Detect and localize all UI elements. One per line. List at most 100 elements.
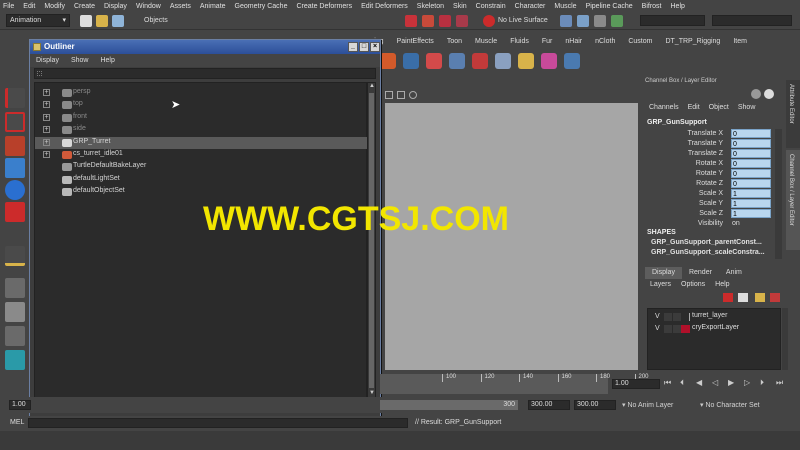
grid-icon[interactable]: [385, 91, 393, 99]
channel-box-mode-icon[interactable]: [751, 89, 761, 99]
shelf-tool-icon[interactable]: [403, 53, 419, 69]
menu-item-window[interactable]: Window: [136, 3, 161, 10]
attribute-value-field[interactable]: on: [731, 219, 771, 228]
menu-item-create[interactable]: Create: [74, 3, 95, 10]
select-tool-icon[interactable]: [5, 88, 25, 108]
save-scene-icon[interactable]: [112, 15, 124, 27]
attribute-value-field[interactable]: 1: [731, 199, 771, 208]
layer-row[interactable]: VcryExportLayer: [648, 323, 778, 335]
layer-menu-options[interactable]: Options: [681, 281, 705, 288]
side-tab-channel-box[interactable]: Channel Box / Layer Editor: [786, 150, 800, 250]
magnet-icon[interactable]: [483, 15, 495, 27]
outliner-layout-icon[interactable]: [5, 326, 25, 346]
attribute-value-field[interactable]: 0: [731, 169, 771, 178]
scale-tool-icon[interactable]: [5, 202, 25, 222]
menu-item-skin[interactable]: Skin: [453, 3, 467, 10]
menu-set-dropdown[interactable]: Animation ▾: [6, 14, 70, 27]
layer-color-swatch[interactable]: [681, 313, 690, 321]
new-layer-icon[interactable]: [723, 293, 733, 302]
frame-icon[interactable]: [397, 91, 405, 99]
menu-item-help[interactable]: Help: [671, 3, 685, 10]
outliner-menu-help[interactable]: Help: [100, 57, 114, 64]
tab-render[interactable]: Render: [682, 267, 719, 279]
snap-curve-icon[interactable]: [422, 15, 434, 27]
outliner-item[interactable]: TurtleDefaultBakeLayer: [35, 161, 367, 173]
expand-icon[interactable]: +: [43, 151, 50, 158]
menu-item-file[interactable]: File: [3, 3, 14, 10]
shelf-tool-icon[interactable]: [564, 53, 580, 69]
command-language-label[interactable]: MEL: [10, 419, 24, 426]
layer-brush-icon[interactable]: [755, 293, 765, 302]
menu-item-animate[interactable]: Animate: [200, 3, 226, 10]
open-scene-icon[interactable]: [96, 15, 108, 27]
layer-menu-layers[interactable]: Layers: [650, 281, 671, 288]
anim-layer-dropdown[interactable]: ▾ No Anim Layer: [622, 401, 698, 409]
step-forward-key-icon[interactable]: ⏵: [760, 378, 764, 388]
attribute-value-field[interactable]: 0: [731, 179, 771, 188]
new-scene-icon[interactable]: [80, 15, 92, 27]
shelf-tab[interactable]: PaintEffects: [397, 38, 434, 45]
layer-list-scrollbar[interactable]: [782, 308, 788, 370]
layer-type-toggle[interactable]: [673, 313, 681, 321]
shelf-tab[interactable]: Item: [733, 38, 747, 45]
channel-box-menu-show[interactable]: Show: [738, 104, 756, 111]
menu-item-edit[interactable]: Edit: [23, 3, 35, 10]
layer-playback-toggle[interactable]: [664, 325, 672, 333]
shelf-tab[interactable]: Toon: [447, 38, 462, 45]
shelf-tab[interactable]: nCloth: [595, 38, 615, 45]
layer-row[interactable]: Vturret_layer: [648, 311, 778, 323]
outliner-filter-field[interactable]: [34, 68, 376, 79]
channel-attribute-row[interactable]: Rotate Y 0: [643, 169, 773, 179]
scrollbar-thumb[interactable]: [369, 93, 374, 388]
outliner-title-bar[interactable]: Outliner _ □ ×: [30, 40, 380, 54]
expand-icon[interactable]: +: [43, 89, 50, 96]
step-back-frame-icon[interactable]: ◀: [696, 378, 702, 387]
shelf-tool-icon[interactable]: [495, 53, 511, 69]
rename-field[interactable]: [712, 15, 792, 26]
maximize-icon[interactable]: □: [359, 42, 369, 52]
layer-visibility-toggle[interactable]: V: [655, 313, 660, 320]
snap-surface-icon[interactable]: [456, 15, 468, 27]
outliner-item[interactable]: + persp: [35, 87, 367, 99]
menu-item-assets[interactable]: Assets: [170, 3, 191, 10]
menu-item-constrain[interactable]: Constrain: [476, 3, 506, 10]
paint-select-icon[interactable]: [5, 136, 25, 156]
expand-icon[interactable]: +: [43, 138, 50, 146]
snap-point-icon[interactable]: [439, 15, 451, 27]
outliner-menu-display[interactable]: Display: [36, 57, 59, 64]
close-icon[interactable]: ×: [370, 42, 380, 52]
shelf-tool-icon[interactable]: [380, 53, 396, 69]
shelf-tool-icon[interactable]: [426, 53, 442, 69]
custom-layout-icon[interactable]: [5, 350, 25, 370]
range-start-field[interactable]: 1.00: [9, 400, 31, 410]
scroll-up-icon[interactable]: ▲: [369, 83, 375, 89]
range-slider[interactable]: 300: [380, 400, 518, 410]
side-tab-attribute-editor[interactable]: Attribute Editor: [786, 80, 800, 148]
render-icon[interactable]: [560, 15, 572, 27]
menu-item-muscle[interactable]: Muscle: [554, 3, 576, 10]
new-layer-selected-icon[interactable]: [738, 293, 748, 302]
channel-box-scrollbar[interactable]: [775, 129, 782, 259]
menu-item-modify[interactable]: Modify: [44, 3, 65, 10]
menu-item-geometry-cache[interactable]: Geometry Cache: [235, 3, 288, 10]
step-forward-frame-icon[interactable]: ▷: [744, 378, 750, 387]
shelf-tool-icon[interactable]: [518, 53, 534, 69]
minimize-icon[interactable]: _: [348, 42, 358, 52]
outliner-menu-show[interactable]: Show: [71, 57, 89, 64]
scroll-down-icon[interactable]: ▼: [369, 390, 375, 396]
expand-icon[interactable]: +: [43, 101, 50, 109]
render-settings-icon[interactable]: [594, 15, 606, 27]
outliner-item[interactable]: + side: [35, 124, 367, 136]
outliner-item[interactable]: + front: [35, 112, 367, 124]
layer-menu-help[interactable]: Help: [715, 281, 729, 288]
menu-item-bifrost[interactable]: Bifrost: [642, 3, 662, 10]
channel-attribute-row[interactable]: Scale Y 1: [643, 199, 773, 209]
hypershade-icon[interactable]: [611, 15, 623, 27]
character-set-dropdown[interactable]: ▾ No Character Set: [700, 401, 796, 409]
channel-attribute-row[interactable]: Translate Z 0: [643, 149, 773, 159]
go-to-start-icon[interactable]: ⏮: [664, 378, 671, 388]
outliner-item[interactable]: defaultLightSet: [35, 174, 367, 186]
channel-attribute-row[interactable]: Translate X 0: [643, 129, 773, 139]
attribute-value-field[interactable]: 0: [731, 139, 771, 148]
attribute-value-field[interactable]: 1: [731, 209, 771, 218]
